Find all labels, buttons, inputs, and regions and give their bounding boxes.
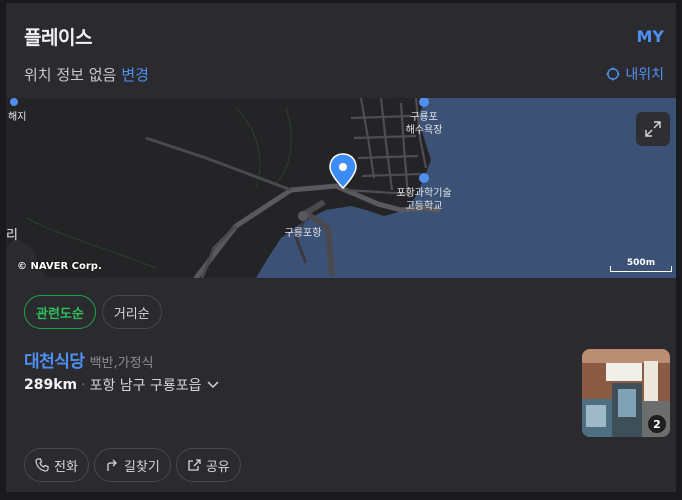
place-category: 백반,가정식 — [89, 356, 154, 371]
map-copyright: © NAVER Corp. — [17, 261, 102, 272]
my-location-button[interactable]: 내위치 — [606, 64, 664, 84]
location-status-text: 위치 정보 없음 — [24, 65, 117, 84]
map-label-school-1: 포항과학기술 — [396, 187, 451, 199]
share-button[interactable]: 공유 — [175, 448, 241, 482]
map-label-beach-2: 해수욕장 — [406, 123, 443, 136]
call-label: 전화 — [54, 459, 78, 475]
place-address: 포항 남구 구룡포읍 — [89, 378, 202, 394]
share-icon — [188, 459, 201, 471]
map-view[interactable]: 구룡포 해수욕장 포항과학기술 고등학교 구룡포항 해지 리 © NAVER C… — [6, 98, 676, 278]
location-status: 위치 정보 없음 변경 — [24, 64, 149, 85]
call-button[interactable]: 전화 — [24, 448, 89, 482]
map-scale-bar — [610, 266, 672, 272]
result-address-row[interactable]: 289km · 포항 남구 구룡포읍 — [24, 375, 220, 395]
page-title: 플레이스 — [24, 26, 92, 49]
port-poi-icon — [298, 211, 308, 221]
directions-label: 길찾기 — [123, 459, 160, 475]
my-location-label: 내위치 — [625, 67, 664, 83]
directions-button[interactable]: 길찾기 — [93, 448, 171, 482]
separator-dot: · — [81, 377, 86, 393]
phone-icon — [35, 458, 49, 472]
place-distance: 289km — [24, 377, 78, 393]
my-button[interactable]: MY — [636, 27, 664, 46]
action-buttons: 전화 길찾기 공유 — [24, 448, 241, 482]
crosshair-icon — [606, 67, 620, 81]
photo-count-badge: 2 — [648, 415, 666, 433]
sort-options: 관련도순 거리순 — [24, 295, 162, 329]
place-panel: 플레이스 MY 위치 정보 없음 변경 내위치 구룡포 해수욕장 포항과학기술 … — [0, 0, 682, 500]
map-label-left-top: 해지 — [8, 110, 26, 123]
map-label-school-2: 고등학교 — [406, 200, 443, 212]
change-location-link[interactable]: 변경 — [121, 66, 149, 84]
sort-relevance-chip[interactable]: 관련도순 — [24, 295, 96, 329]
location-row: 위치 정보 없음 변경 내위치 — [24, 61, 664, 87]
school-poi-icon — [419, 173, 429, 183]
map-expand-button[interactable] — [636, 112, 670, 146]
map-scale: 500m — [610, 258, 672, 272]
chevron-down-icon — [207, 381, 219, 389]
map-label-beach-1: 구룡포 — [410, 111, 438, 123]
sort-distance-chip[interactable]: 거리순 — [101, 295, 162, 329]
expand-icon — [645, 121, 661, 137]
share-label: 공유 — [205, 459, 230, 475]
map-label-port: 구룡포항 — [285, 227, 322, 239]
map-canvas: 구룡포 해수욕장 포항과학기술 고등학교 구룡포항 해지 리 — [6, 98, 676, 278]
directions-icon — [107, 459, 117, 471]
place-thumbnail[interactable]: 2 — [582, 349, 670, 437]
place-name-link[interactable]: 대천식당 — [24, 347, 85, 372]
result-title-row: 대천식당 백반,가정식 — [24, 347, 154, 372]
map-label-left-mid: 리 — [6, 228, 18, 243]
header: 플레이스 MY — [24, 21, 664, 51]
